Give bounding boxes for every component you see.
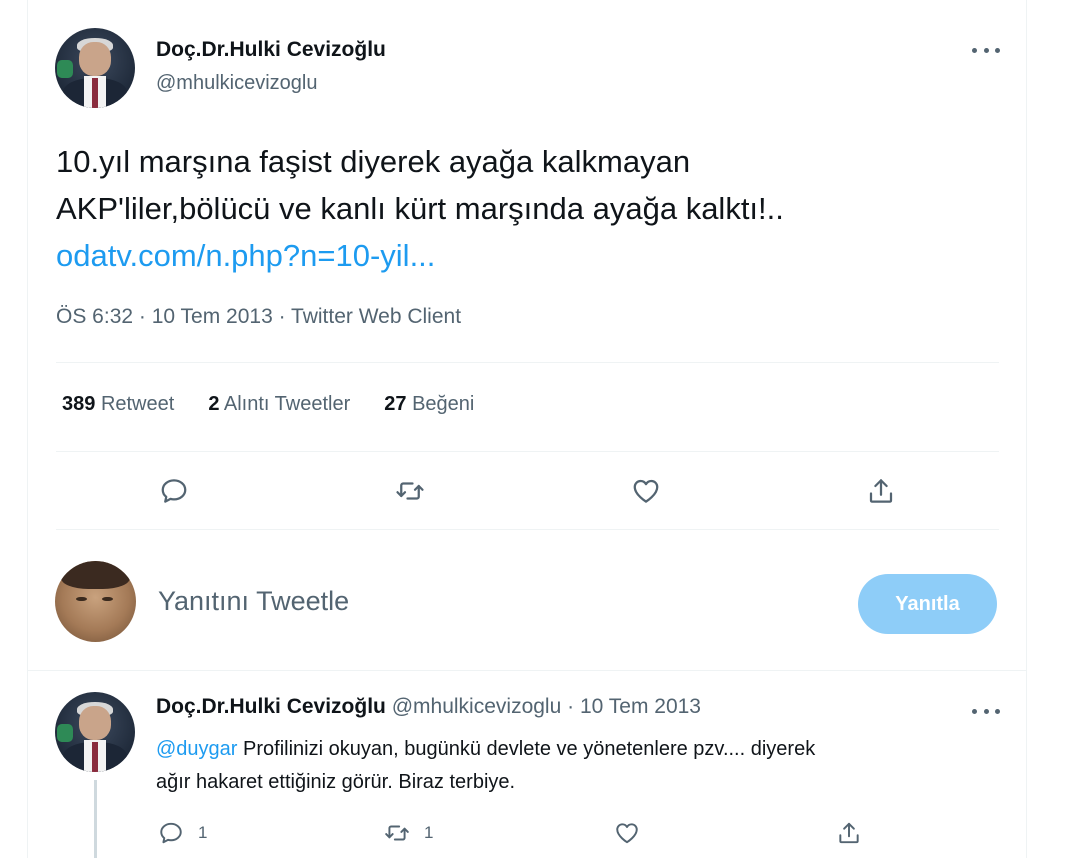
divider — [56, 451, 999, 452]
reply-text-line: ağır hakaret ettiğiniz görür. Biraz terb… — [156, 771, 516, 793]
reply-button[interactable]: Yanıtla — [858, 574, 997, 634]
retweet-icon — [385, 825, 409, 841]
author-name[interactable]: Doç.Dr.Hulki Cevizoğlu — [156, 38, 386, 62]
thread-line — [94, 780, 97, 858]
timeline-border-left — [27, 0, 28, 858]
reply-mention[interactable]: @duygar — [156, 738, 237, 760]
reply-date[interactable]: · 10 Tem 2013 — [567, 695, 701, 718]
retweet-count: 1 — [424, 823, 434, 842]
reply-icon — [160, 822, 182, 844]
tweet-stats: 389 Retweet 2 Alıntı Tweetler 27 Beğeni — [62, 393, 474, 416]
more-icon[interactable] — [972, 40, 1000, 60]
divider — [56, 362, 999, 363]
reply-author-handle[interactable]: @mhulkicevizoglu — [392, 695, 562, 718]
reply-share-action[interactable] — [836, 820, 862, 846]
tweet-text-line: AKP'liler,bölücü ve kanlı kürt marşında … — [56, 191, 784, 226]
quotes-stat[interactable]: 2 Alıntı Tweetler — [208, 393, 350, 416]
like-icon — [616, 823, 638, 844]
retweets-stat[interactable]: 389 Retweet — [62, 393, 174, 416]
reply-retweet-action[interactable]: 1 — [384, 820, 433, 846]
share-icon — [839, 822, 859, 844]
likes-stat[interactable]: 27 Beğeni — [384, 393, 474, 416]
divider — [28, 670, 1026, 671]
author-handle[interactable]: @mhulkicevizoglu — [156, 72, 317, 95]
reply-reply-action[interactable]: 1 — [158, 820, 207, 846]
reply-input[interactable]: Yanıtını Tweetle — [158, 586, 349, 617]
timeline-border-right — [1026, 0, 1027, 858]
reply-like-action[interactable] — [614, 820, 640, 846]
share-icon[interactable] — [864, 474, 898, 508]
tweet-text: 10.yıl marşına faşist diyerek ayağa kalk… — [56, 138, 996, 279]
tweet-link[interactable]: odatv.com/n.php?n=10-yil... — [56, 232, 996, 279]
divider — [56, 529, 999, 530]
reply-more-icon[interactable] — [972, 701, 1000, 721]
reply-text-line: Profilinizi okuyan, bugünkü devlete ve y… — [237, 738, 816, 760]
tweet-meta[interactable]: ÖS 6:32 · 10 Tem 2013 · Twitter Web Clie… — [56, 305, 461, 329]
reply-count: 1 — [198, 823, 208, 842]
reply-author-avatar[interactable] — [55, 692, 135, 772]
reply-text: @duygar Profilinizi okuyan, bugünkü devl… — [156, 733, 986, 799]
like-icon[interactable] — [629, 474, 663, 508]
tweet-text-line: 10.yıl marşına faşist diyerek ayağa kalk… — [56, 144, 691, 179]
user-avatar[interactable] — [55, 561, 136, 642]
reply-header: Doç.Dr.Hulki Cevizoğlu @mhulkicevizoglu … — [156, 695, 701, 719]
reply-author-name[interactable]: Doç.Dr.Hulki Cevizoğlu — [156, 695, 386, 718]
reply-icon[interactable] — [157, 474, 191, 508]
author-avatar[interactable] — [55, 28, 135, 108]
retweet-icon[interactable] — [393, 474, 427, 508]
